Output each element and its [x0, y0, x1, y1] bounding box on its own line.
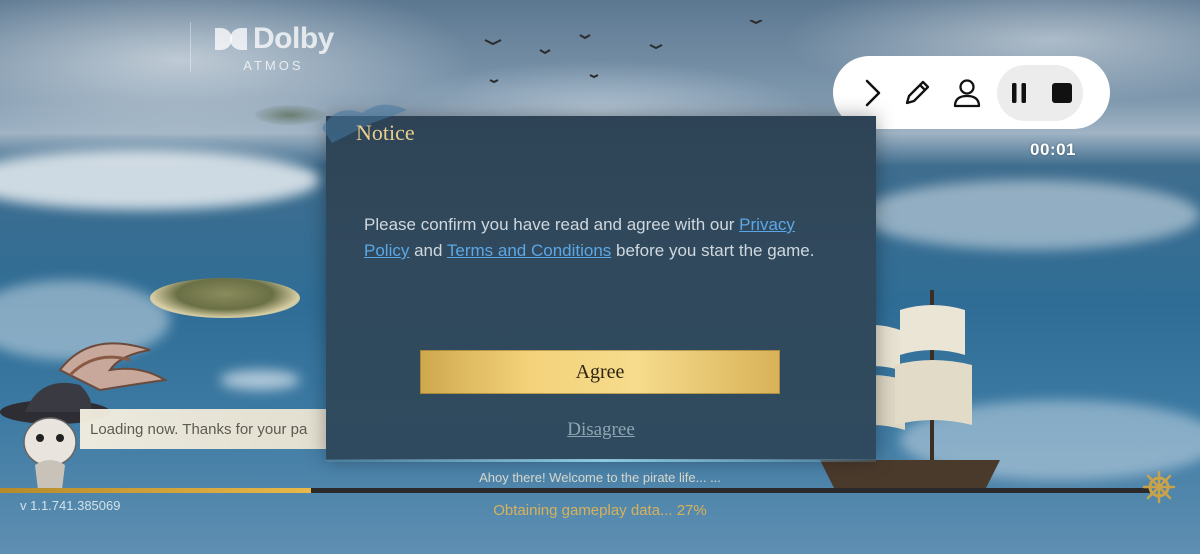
- logo-divider: [190, 22, 191, 72]
- loading-progress-fill: [0, 488, 311, 493]
- camera-button[interactable]: [945, 71, 989, 115]
- chevron-right-icon: [865, 79, 881, 106]
- cloud: [220, 370, 300, 390]
- stop-button[interactable]: [1044, 71, 1080, 115]
- loading-status: Obtaining gameplay data... 27%: [493, 502, 707, 519]
- agree-button[interactable]: Agree: [420, 350, 780, 394]
- terms-and-conditions-link[interactable]: Terms and Conditions: [447, 241, 611, 260]
- dolby-atmos-logo: Dolby ATMOS: [190, 22, 334, 73]
- message-text: and: [409, 241, 447, 260]
- person-icon: [953, 78, 981, 107]
- dialog-message: Please confirm you have read and agree w…: [364, 212, 834, 264]
- cloud: [860, 180, 1200, 250]
- dolby-double-d-icon: [213, 26, 249, 52]
- message-text: Please confirm you have read and agree w…: [364, 215, 740, 234]
- logo-brand-text: Dolby: [253, 22, 334, 55]
- draw-button[interactable]: [895, 71, 939, 115]
- loading-banner: Loading now. Thanks for your pa: [80, 409, 326, 449]
- pencil-icon: [905, 80, 930, 104]
- message-text: before you start the game.: [611, 241, 815, 260]
- loading-progress-bar: [0, 488, 1150, 493]
- collapse-toolbar-button[interactable]: [851, 71, 895, 115]
- logo-subtitle: ATMOS: [243, 58, 304, 73]
- recording-timer: 00:01: [1030, 140, 1076, 159]
- dialog-title: Notice: [356, 120, 415, 145]
- loading-banner-text: Loading now. Thanks for your pa: [90, 420, 308, 438]
- birds: [484, 20, 763, 84]
- pause-icon: [1011, 82, 1026, 103]
- loading-tip: Ahoy there! Welcome to the pirate life..…: [479, 470, 721, 485]
- notice-dialog: Notice Please confirm you have read and …: [322, 104, 876, 462]
- recording-controls: [997, 64, 1083, 121]
- island: [150, 278, 300, 318]
- stop-icon: [1051, 82, 1072, 103]
- disagree-button[interactable]: Disagree: [326, 418, 876, 442]
- dialog-bottom-edge: [326, 459, 876, 462]
- pause-button[interactable]: [1001, 71, 1037, 115]
